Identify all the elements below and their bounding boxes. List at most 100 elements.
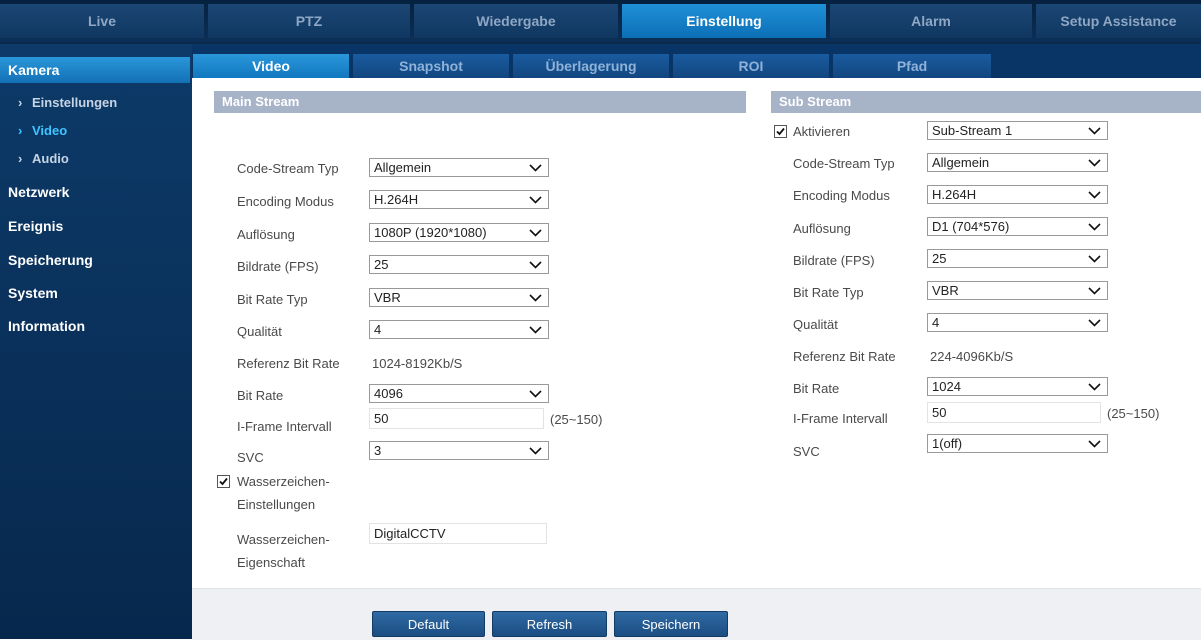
sidebar-item-kamera[interactable]: Kamera: [0, 57, 190, 83]
select-value: Allgemein: [374, 160, 432, 175]
chevron-down-icon: [1088, 218, 1101, 231]
sub-svc-select[interactable]: 1(off): [927, 434, 1108, 453]
qualitaet-select[interactable]: 4: [369, 320, 549, 339]
select-value: 1(off): [932, 436, 963, 451]
aufloesung-label: Auflösung: [237, 227, 295, 242]
sub-iframe-range-hint: (25~150): [1107, 406, 1160, 421]
aufloesung-select[interactable]: 1080P (1920*1080): [369, 223, 549, 242]
select-value: 25: [374, 257, 389, 272]
encoding-modus-select[interactable]: H.264H: [369, 190, 549, 209]
tab-video[interactable]: Video: [193, 54, 349, 78]
select-value: 4: [932, 315, 940, 330]
sub-stream-select[interactable]: Sub-Stream 1: [927, 121, 1108, 140]
sidebar-item-system[interactable]: System: [0, 280, 190, 306]
sidebar-subitem-einstellungen[interactable]: › Einstellungen: [0, 91, 190, 115]
sub-code-stream-typ-select[interactable]: Allgemein: [927, 153, 1108, 172]
chevron-right-icon: ›: [18, 95, 23, 110]
sub-bit-rate-select[interactable]: 1024: [927, 377, 1108, 396]
wasserzeichen-eigenschaft-label-2: Eigenschaft: [237, 555, 305, 570]
sub-encoding-modus-label: Encoding Modus: [793, 188, 890, 203]
sub-aufloesung-label: Auflösung: [793, 221, 851, 236]
code-stream-typ-label: Code-Stream Typ: [237, 161, 339, 176]
select-value: VBR: [932, 283, 959, 298]
tab-einstellung[interactable]: Einstellung: [622, 4, 826, 38]
sidebar-subitem-video[interactable]: › Video: [0, 119, 190, 143]
qualitaet-label: Qualität: [237, 324, 282, 339]
tab-live[interactable]: Live: [0, 4, 204, 38]
code-stream-typ-select[interactable]: Allgemein: [369, 158, 549, 177]
sub-bildrate-label: Bildrate (FPS): [793, 253, 875, 268]
sidebar-item-information[interactable]: Information: [0, 313, 190, 339]
select-value: 1080P (1920*1080): [374, 225, 487, 240]
bildrate-select[interactable]: 25: [369, 255, 549, 274]
sidebar-item-ereignis[interactable]: Ereignis: [0, 213, 190, 239]
wasserzeichen-einstellungen-label-2: Einstellungen: [237, 497, 316, 512]
sub-bit-rate-typ-select[interactable]: VBR: [927, 281, 1108, 300]
sidebar-subitem-label: Video: [32, 123, 68, 138]
chevron-down-icon: [529, 289, 542, 302]
referenz-bit-rate-label: Referenz Bit Rate: [237, 356, 340, 371]
select-value: 4: [374, 322, 382, 337]
wasserzeichen-checkbox[interactable]: [217, 475, 230, 488]
chevron-down-icon: [1088, 282, 1101, 295]
sub-encoding-modus-select[interactable]: H.264H: [927, 185, 1108, 204]
tab-alarm[interactable]: Alarm: [830, 4, 1032, 38]
chevron-down-icon: [1088, 122, 1101, 135]
tab-snapshot[interactable]: Snapshot: [353, 54, 509, 78]
tab-pfad[interactable]: Pfad: [833, 54, 991, 78]
sub-bildrate-select[interactable]: 25: [927, 249, 1108, 268]
select-value: Allgemein: [932, 155, 990, 170]
chevron-down-icon: [529, 224, 542, 237]
chevron-down-icon: [1088, 314, 1101, 327]
chevron-down-icon: [1088, 186, 1101, 199]
select-value: H.264H: [932, 187, 977, 202]
checkmark-icon: [219, 477, 228, 486]
chevron-right-icon: ›: [18, 151, 23, 166]
bit-rate-select[interactable]: 4096: [369, 384, 549, 403]
tab-wiedergabe[interactable]: Wiedergabe: [414, 4, 618, 38]
sidebar: Kamera › Einstellungen › Video › Audio Netz…: [0, 44, 192, 639]
bildrate-label: Bildrate (FPS): [237, 259, 319, 274]
chevron-right-icon: ›: [18, 123, 23, 138]
bit-rate-label: Bit Rate: [237, 388, 284, 403]
sidebar-subitem-label: Audio: [32, 151, 69, 166]
aktivieren-checkbox[interactable]: [774, 125, 787, 138]
tab-roi[interactable]: ROI: [673, 54, 829, 78]
tab-ueberlagerung[interactable]: Überlagerung: [513, 54, 669, 78]
sub-qualitaet-select[interactable]: 4: [927, 313, 1108, 332]
svc-select[interactable]: 3: [369, 441, 549, 460]
sub-qualitaet-label: Qualität: [793, 317, 838, 332]
sidebar-item-speicherung[interactable]: Speicherung: [0, 247, 190, 273]
default-button[interactable]: Default: [372, 611, 485, 637]
chevron-down-icon: [529, 256, 542, 269]
iframe-intervall-label: I-Frame Intervall: [237, 419, 332, 434]
chevron-down-icon: [1088, 378, 1101, 391]
refresh-button[interactable]: Refresh: [492, 611, 607, 637]
chevron-down-icon: [529, 191, 542, 204]
chevron-down-icon: [1088, 435, 1101, 448]
chevron-down-icon: [529, 159, 542, 172]
bit-rate-typ-select[interactable]: VBR: [369, 288, 549, 307]
tab-setup-assistance[interactable]: Setup Assistance: [1036, 4, 1201, 38]
bit-rate-typ-label: Bit Rate Typ: [237, 292, 308, 307]
tab-ptz[interactable]: PTZ: [208, 4, 410, 38]
sidebar-item-netzwerk[interactable]: Netzwerk: [0, 179, 190, 205]
sub-stream-header: Sub Stream: [771, 91, 1201, 113]
sub-aufloesung-select[interactable]: D1 (704*576): [927, 217, 1108, 236]
iframe-intervall-input[interactable]: 50: [369, 408, 544, 429]
sub-iframe-intervall-label: I-Frame Intervall: [793, 411, 888, 426]
chevron-down-icon: [529, 385, 542, 398]
select-value: D1 (704*576): [932, 219, 1010, 234]
select-value: 1024: [932, 379, 961, 394]
main-stream-header: Main Stream: [214, 91, 746, 113]
sub-referenz-bit-rate-value: 224-4096Kb/S: [930, 349, 1014, 364]
wasserzeichen-eigenschaft-input[interactable]: DigitalCCTV: [369, 523, 547, 544]
checkmark-icon: [776, 127, 785, 136]
select-value: 25: [932, 251, 947, 266]
speichern-button[interactable]: Speichern: [614, 611, 728, 637]
sub-iframe-intervall-input[interactable]: 50: [927, 402, 1101, 423]
encoding-modus-label: Encoding Modus: [237, 194, 334, 209]
select-value: VBR: [374, 290, 401, 305]
sidebar-subitem-audio[interactable]: › Audio: [0, 147, 190, 171]
iframe-range-hint: (25~150): [550, 412, 603, 427]
